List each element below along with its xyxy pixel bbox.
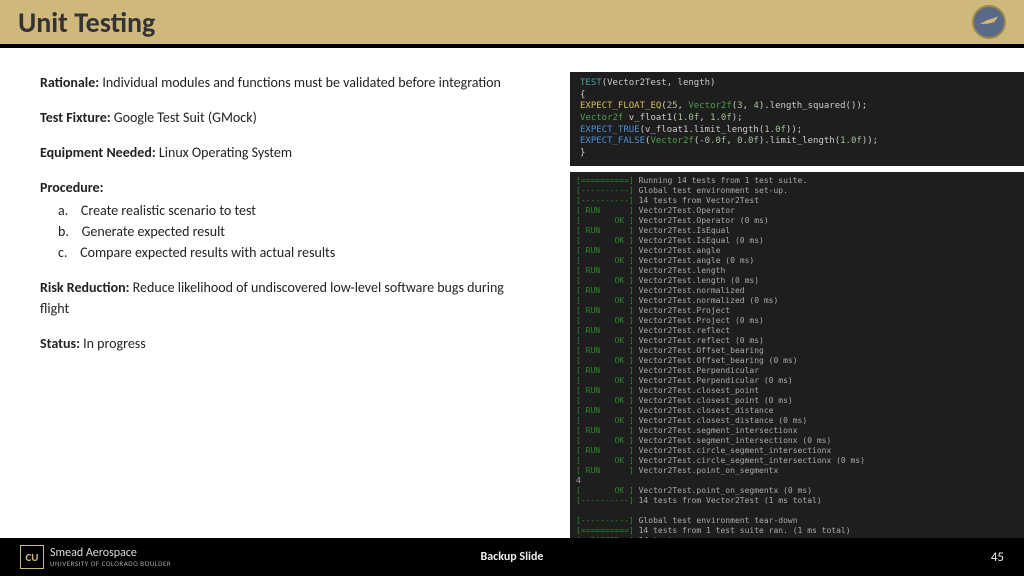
page-number: 45 — [991, 550, 1004, 565]
rationale-label: Rationale: — [40, 74, 99, 91]
slide-footer: CU Smead Aerospace UNIVERSITY OF COLORAD… — [0, 538, 1024, 576]
list-item: b. Generate expected result — [58, 221, 520, 242]
rationale-text: Individual modules and functions must be… — [99, 74, 501, 91]
slide-header: Unit Testing — [0, 0, 1024, 48]
risk-label: Risk Reduction: — [40, 279, 130, 296]
status-text: In progress — [80, 335, 146, 352]
equipment-label: Equipment Needed: — [40, 144, 156, 161]
text-content: Rationale: Individual modules and functi… — [40, 72, 520, 550]
fixture-label: Test Fixture: — [40, 109, 111, 126]
status-label: Status: — [40, 335, 80, 352]
procedure-label: Procedure: — [40, 179, 103, 196]
slide-body: Rationale: Individual modules and functi… — [0, 48, 1024, 550]
footer-label: Backup Slide — [481, 550, 544, 564]
list-item: c. Compare expected results with actual … — [58, 242, 520, 263]
slide-title: Unit Testing — [18, 5, 155, 40]
footer-logo: CU Smead Aerospace UNIVERSITY OF COLORAD… — [20, 545, 171, 569]
code-snippet: TEST(Vector2Test, length) { EXPECT_FLOAT… — [570, 72, 1024, 166]
test-output: [==========] Running 14 tests from 1 tes… — [570, 172, 1024, 550]
cu-badge-icon: CU — [20, 545, 44, 569]
screenshots: TEST(Vector2Test, length) { EXPECT_FLOAT… — [520, 72, 1024, 550]
org-name: Smead Aerospace — [50, 547, 171, 560]
procedure-list: a. Create realistic scenario to test b. … — [58, 200, 520, 263]
fixture-text: Google Test Suit (GMock) — [111, 109, 257, 126]
equipment-text: Linux Operating System — [156, 144, 292, 161]
team-logo-icon — [972, 5, 1006, 39]
org-sub: UNIVERSITY OF COLORADO BOULDER — [50, 560, 171, 568]
list-item: a. Create realistic scenario to test — [58, 200, 520, 221]
